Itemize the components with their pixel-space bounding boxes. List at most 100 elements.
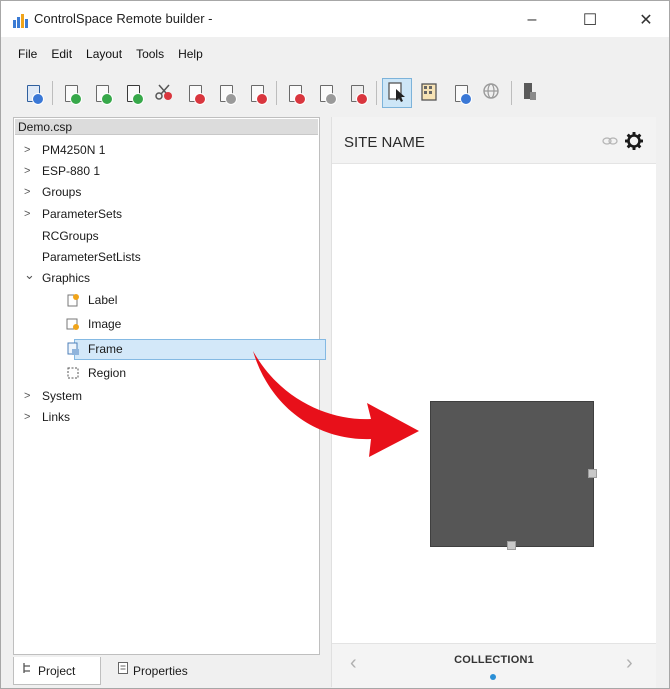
device-button[interactable] (518, 79, 542, 107)
frame-graphic[interactable] (430, 401, 594, 547)
menu-edit[interactable]: Edit (44, 45, 79, 65)
panel-grid-icon (420, 82, 440, 105)
panel-grid-button[interactable] (418, 79, 442, 107)
toolbar-separator (376, 81, 377, 105)
link-icon[interactable] (602, 135, 618, 150)
tree-item-label: Groups (42, 185, 82, 199)
tree-item-label: System (42, 389, 83, 403)
tab-project[interactable]: Project (13, 657, 101, 685)
collection-footer: ‹ COLLECTION1 › (332, 643, 656, 688)
delete-button[interactable] (283, 79, 307, 107)
select-pointer-icon (387, 81, 407, 106)
tree-item-parametersets[interactable]: > ParameterSets (24, 204, 122, 224)
tree-item-label: Links (42, 410, 71, 424)
preview-header: SITE NAME (332, 117, 656, 164)
chevron-right-icon[interactable]: > (24, 407, 34, 427)
chevron-right-icon[interactable]: > (24, 204, 34, 224)
copy-doc-button[interactable] (214, 79, 238, 107)
project-tree-icon (22, 657, 34, 685)
doc-grey-icon (319, 84, 337, 105)
tree-item-links[interactable]: > Links (24, 407, 70, 427)
tree-item-label: ESP-880 1 (42, 164, 101, 178)
close-button[interactable]: ✕ (623, 7, 669, 33)
tree-item-image[interactable]: Image (66, 314, 121, 334)
tree-item-label: ParameterSets (42, 207, 123, 221)
doc-blue-icon (454, 84, 472, 105)
doc-red-icon (350, 84, 368, 105)
tree-item-parametersetlists[interactable]: ParameterSetLists (42, 247, 141, 267)
toolbar-separator (276, 81, 277, 105)
image-icon (66, 317, 80, 331)
tree-item-region[interactable]: Region (66, 363, 126, 383)
menu-tools[interactable]: Tools (129, 45, 171, 65)
resize-handle-right[interactable] (588, 469, 597, 478)
properties-doc-icon (117, 657, 129, 685)
frame-icon (66, 342, 80, 356)
tree-item-esp880[interactable]: > ESP-880 1 (24, 161, 100, 181)
tree-item-label: Graphics (42, 271, 91, 285)
minimize-button[interactable]: – (509, 7, 555, 33)
chevron-right-icon[interactable]: > (24, 140, 34, 160)
tree-item-frame[interactable]: Frame (66, 339, 123, 359)
tree-item-pm4250n[interactable]: > PM4250N 1 (24, 140, 105, 160)
tree-item-text: Frame (88, 342, 123, 356)
tree-item-text: Image (88, 317, 122, 331)
save-green-button[interactable] (121, 79, 145, 107)
page-indicator-dot[interactable] (490, 674, 496, 680)
menu-help[interactable]: Help (171, 45, 210, 65)
remove-doc-red-icon (250, 84, 268, 105)
chevron-down-icon[interactable]: ⌄ (24, 265, 35, 285)
menu-bar: File Edit Layout Tools Help (1, 45, 669, 65)
label-icon (66, 293, 80, 307)
tree-item-label: RCGroups (42, 229, 99, 243)
tree-item-graphics[interactable]: ⌄ Graphics (24, 265, 91, 288)
title-bar: ControlSpace Remote builder - – ☐ ✕ (1, 1, 669, 37)
tree-item-text: Region (88, 366, 127, 380)
remove-doc-button[interactable] (245, 79, 269, 107)
tab-label: Properties (133, 664, 188, 678)
add-doc-button[interactable] (90, 79, 114, 107)
chevron-right-icon[interactable]: > (24, 386, 34, 406)
device-icon (521, 82, 539, 105)
delete-doc-button[interactable] (183, 79, 207, 107)
tab-properties[interactable]: Properties (109, 657, 219, 685)
tab-label: Project (38, 664, 76, 678)
tree-item-system[interactable]: > System (24, 386, 82, 406)
tree-item-rcgroups[interactable]: RCGroups (42, 226, 99, 246)
select-pointer-button[interactable] (382, 78, 412, 108)
doc-grey-button[interactable] (314, 79, 338, 107)
gear-icon[interactable] (624, 131, 644, 154)
add-doc-green-icon (95, 84, 113, 105)
tree-item-groups[interactable]: > Groups (24, 182, 81, 202)
save-green-icon (126, 84, 144, 105)
collection-name: COLLECTION1 (454, 654, 534, 666)
resize-handle-bottom[interactable] (507, 541, 516, 550)
site-name-title: SITE NAME (344, 134, 425, 151)
panel-tabs: Project Properties (13, 657, 318, 687)
globe-button[interactable] (480, 79, 504, 107)
chevron-right-icon[interactable]: > (24, 182, 34, 202)
next-page-arrow-icon[interactable]: › (626, 652, 633, 675)
copy-doc-icon (219, 84, 237, 105)
chevron-right-icon[interactable]: > (24, 161, 34, 181)
menu-layout[interactable]: Layout (79, 45, 129, 65)
menu-file[interactable]: File (11, 45, 44, 65)
save-doc-icon (26, 84, 44, 105)
maximize-button[interactable]: ☐ (567, 7, 613, 33)
tree-item-text: Label (88, 293, 118, 307)
doc-blue-button[interactable] (449, 79, 473, 107)
window-title: ControlSpace Remote builder - (34, 11, 213, 26)
cut-button[interactable] (152, 79, 176, 107)
new-doc-button[interactable] (59, 79, 83, 107)
toolbar-separator (52, 81, 53, 105)
doc-red-button[interactable] (345, 79, 369, 107)
app-window: ControlSpace Remote builder - – ☐ ✕ File… (0, 0, 670, 689)
tree-item-label: PM4250N 1 (42, 143, 106, 157)
globe-icon (482, 82, 502, 105)
save-doc-button[interactable] (21, 79, 45, 107)
tree-item-label-graphic[interactable]: Label (66, 290, 117, 310)
new-doc-green-icon (64, 84, 82, 105)
delete-red-icon (288, 84, 306, 105)
tree-root[interactable]: Demo.csp (15, 119, 318, 135)
region-icon (66, 366, 80, 380)
